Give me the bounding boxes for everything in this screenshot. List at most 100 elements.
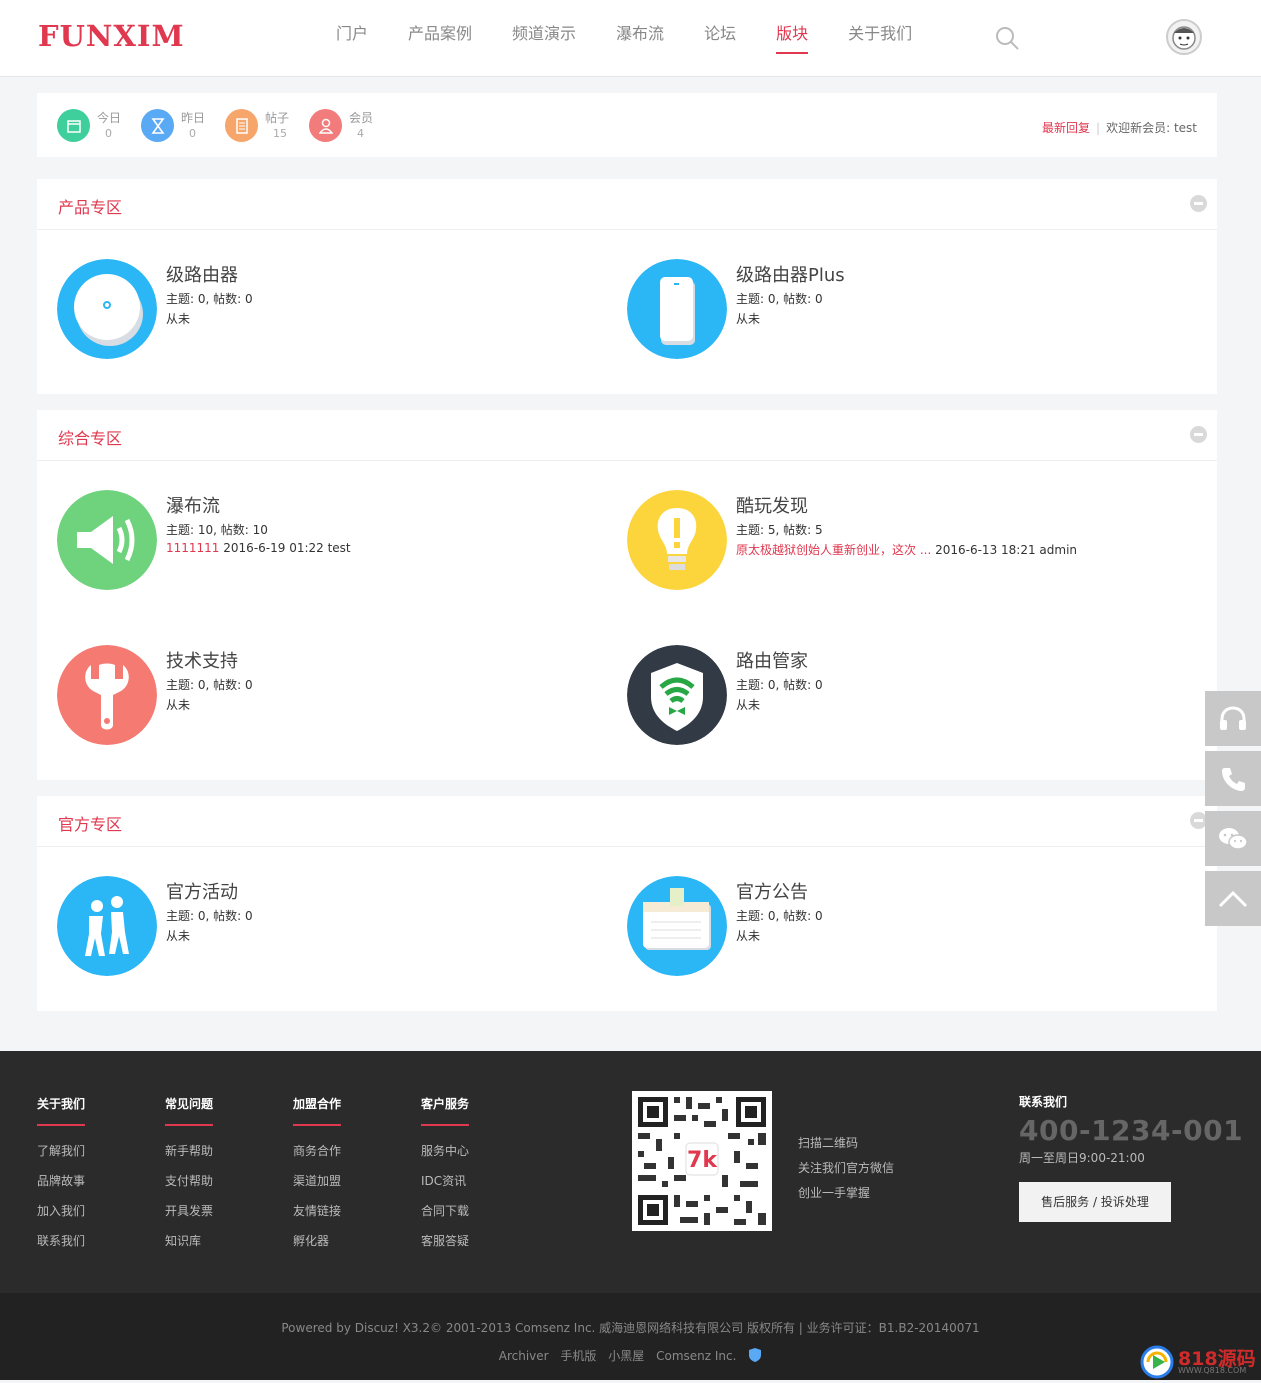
footer-link[interactable]: 品牌故事	[37, 1166, 85, 1196]
collapse-icon[interactable]	[1190, 426, 1207, 443]
router-tall-icon[interactable]	[627, 259, 727, 359]
search-icon[interactable]	[994, 25, 1020, 51]
footer-link[interactable]: 客服答疑	[421, 1226, 469, 1256]
forum-stats: 主题: 0, 帖数: 0	[166, 678, 253, 692]
footer-link[interactable]: 了解我们	[37, 1136, 85, 1166]
lightbulb-icon[interactable]	[627, 490, 727, 590]
footer-link[interactable]: 新手帮助	[165, 1136, 213, 1166]
headset-icon[interactable]	[1205, 691, 1261, 746]
section-title[interactable]: 官方专区	[58, 811, 122, 835]
footer-link[interactable]: 知识库	[165, 1226, 213, 1256]
forum-last-post: 从未	[736, 698, 761, 712]
router-round-icon[interactable]	[57, 259, 157, 359]
speaker-icon[interactable]	[57, 490, 157, 590]
svg-text:7k: 7k	[687, 1148, 718, 1173]
forum-stats: 主题: 10, 帖数: 10	[166, 523, 268, 537]
forum-name[interactable]: 技术支持	[166, 647, 238, 673]
wechat-qr-code: 7k	[632, 1091, 772, 1231]
user-icon	[309, 109, 342, 142]
footer-link[interactable]: 渠道加盟	[293, 1166, 341, 1196]
forum-stats: 主题: 5, 帖数: 5	[736, 523, 823, 537]
site-logo[interactable]: FUNXIM	[38, 19, 185, 53]
nav-item-about[interactable]: 关于我们	[828, 0, 932, 77]
forum-last-post: 从未	[736, 929, 761, 943]
footer-link[interactable]: 合同下载	[421, 1196, 469, 1226]
footer-col-faq: 常见问题 新手帮助 支付帮助 开具发票 知识库	[165, 1093, 214, 1256]
forum-tech-support: 技术支持 主题: 0, 帖数: 0 从未	[57, 645, 617, 745]
forum-last-post: 从未	[166, 698, 191, 712]
calendar-icon	[57, 109, 90, 142]
forum-official-events: 官方活动 主题: 0, 帖数: 0 从未	[57, 876, 617, 976]
contact-hours: 周一至周日9:00-21:00	[1019, 1151, 1145, 1165]
wrench-icon[interactable]	[57, 645, 157, 745]
site-header: FUNXIM 门户 产品案例 频道演示 瀑布流 论坛 版块 关于我们	[0, 0, 1261, 77]
nav-item-waterfall[interactable]: 瀑布流	[596, 0, 684, 77]
phone-icon[interactable]	[1205, 751, 1261, 806]
forum-stats: 主题: 0, 帖数: 0	[166, 292, 253, 306]
welcome-user-link[interactable]: test	[1174, 121, 1197, 135]
forum-router-plus: 级路由器Plus 主题: 0, 帖数: 0 从未	[627, 259, 1187, 359]
forum-name[interactable]: 官方公告	[736, 878, 808, 904]
last-post-link[interactable]: 原太极越狱创始人重新创业，这次 ...	[736, 543, 931, 557]
people-icon[interactable]	[57, 876, 157, 976]
nav-item-channel-demo[interactable]: 频道演示	[492, 0, 596, 77]
section-header: 产品专区	[37, 179, 1217, 230]
notice-board-icon[interactable]	[627, 876, 727, 976]
forum-stats: 主题: 0, 帖数: 0	[166, 909, 253, 923]
play-logo-icon	[1140, 1345, 1174, 1379]
footer-link[interactable]: 加入我们	[37, 1196, 85, 1226]
footer-link[interactable]: 服务中心	[421, 1136, 469, 1166]
section-header: 综合专区	[37, 410, 1217, 461]
last-post-link[interactable]: 1111111	[166, 541, 219, 555]
nav-item-product-cases[interactable]: 产品案例	[388, 0, 492, 77]
footer-link[interactable]: 支付帮助	[165, 1166, 213, 1196]
forum-stats: 主题: 0, 帖数: 0	[736, 909, 823, 923]
site-watermark: 818源码 WWW.Q818.COM	[1140, 1344, 1256, 1380]
footer-link[interactable]: IDC资讯	[421, 1166, 469, 1196]
footer-link[interactable]: 友情链接	[293, 1196, 341, 1226]
section-products: 产品专区 级路由器 主题: 0, 帖数: 0 从未 级路由器Plus 主题: 0…	[37, 179, 1217, 394]
forum-cool-finds: 酷玩发现 主题: 5, 帖数: 5 原太极越狱创始人重新创业，这次 ... 20…	[627, 490, 1187, 590]
forum-last-post: 从未	[166, 312, 191, 326]
back-to-top-icon[interactable]	[1205, 871, 1261, 926]
forum-name[interactable]: 路由管家	[736, 647, 808, 673]
footer-link[interactable]: 孵化器	[293, 1226, 341, 1256]
copyright-bar: Powered by Discuz! X3.2© 2001-2013 Comse…	[0, 1293, 1261, 1380]
archiver-link[interactable]: Archiver	[495, 1349, 553, 1363]
latest-reply-link[interactable]: 最新回复	[1042, 121, 1090, 135]
document-icon	[225, 109, 258, 142]
footer-col-customer-service: 客户服务 服务中心 IDC资讯 合同下载 客服答疑	[421, 1093, 470, 1256]
nav-item-portal[interactable]: 门户	[316, 0, 388, 77]
forum-last-post: 1111111 2016-6-19 01:22 test	[166, 541, 351, 555]
forum-router-manager: 路由管家 主题: 0, 帖数: 0 从未	[627, 645, 1187, 745]
nav-item-forum[interactable]: 论坛	[684, 0, 756, 77]
wechat-icon[interactable]	[1205, 811, 1261, 866]
blacklist-link[interactable]: 小黑屋	[604, 1349, 648, 1363]
nav-item-boards[interactable]: 版块	[756, 0, 828, 77]
welcome-prefix: 欢迎新会员:	[1106, 121, 1171, 135]
mobile-link[interactable]: 手机版	[556, 1349, 600, 1363]
wifi-shield-icon[interactable]	[627, 645, 727, 745]
after-sales-button[interactable]: 售后服务 / 投诉处理	[1019, 1182, 1171, 1222]
forum-name[interactable]: 瀑布流	[166, 492, 220, 518]
section-official: 官方专区 官方活动 主题: 0, 帖数: 0 从未 官方公告 主题: 0, 帖数…	[37, 796, 1217, 1011]
forum-last-post: 原太极越狱创始人重新创业，这次 ... 2016-6-13 18:21 admi…	[736, 543, 1078, 557]
forum-name[interactable]: 级路由器	[166, 261, 238, 287]
section-title[interactable]: 综合专区	[58, 425, 122, 449]
section-header: 官方专区	[37, 796, 1217, 847]
security-badge-icon	[744, 1348, 766, 1363]
collapse-icon[interactable]	[1190, 195, 1207, 212]
section-title[interactable]: 产品专区	[58, 194, 122, 218]
forum-name[interactable]: 酷玩发现	[736, 492, 808, 518]
footer-bottom-links: Archiver 手机版 小黑屋 Comsenz Inc.	[0, 1347, 1261, 1364]
forum-official-notices: 官方公告 主题: 0, 帖数: 0 从未	[627, 876, 1187, 976]
forum-name[interactable]: 级路由器Plus	[736, 261, 845, 287]
user-avatar[interactable]	[1166, 19, 1202, 55]
footer-link[interactable]: 联系我们	[37, 1226, 85, 1256]
comsenz-link[interactable]: Comsenz Inc.	[652, 1349, 740, 1363]
footer-col-partnership: 加盟合作 商务合作 渠道加盟 友情链接 孵化器	[293, 1093, 342, 1256]
footer-link[interactable]: 商务合作	[293, 1136, 341, 1166]
footer-link[interactable]: 开具发票	[165, 1196, 213, 1226]
forum-stats-bar: 今日 0 昨日 0 帖子 15 会员 4 最新回复 | 欢迎新会员: test	[37, 93, 1217, 157]
forum-name[interactable]: 官方活动	[166, 878, 238, 904]
